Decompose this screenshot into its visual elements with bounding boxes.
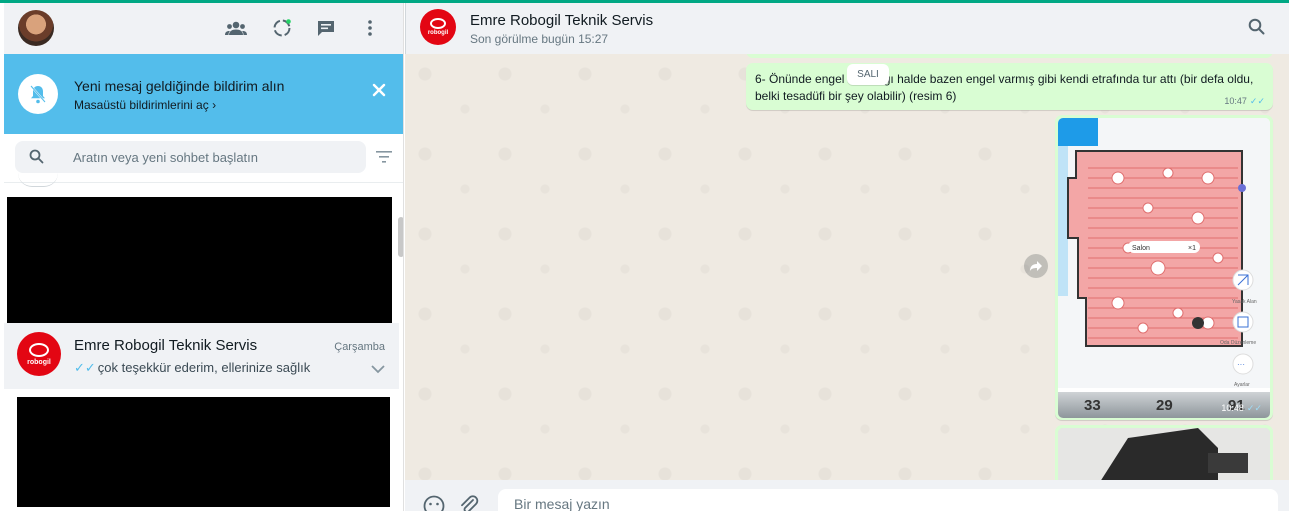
avatar: robogil	[17, 332, 61, 376]
partial-avatar	[18, 173, 58, 187]
contact-avatar[interactable]: robogil	[420, 9, 456, 45]
image-time-text: 10:48	[1221, 403, 1244, 413]
search-box	[15, 141, 366, 173]
menu-icon[interactable]	[358, 16, 382, 40]
contact-name: Emre Robogil Teknik Servis	[470, 12, 654, 29]
svg-text:···: ···	[1237, 360, 1245, 369]
read-ticks-icon: ✓✓	[1249, 96, 1265, 106]
map-side-label-1: Yasak Alan	[1232, 299, 1257, 305]
map-room-label: Salon	[1132, 245, 1150, 252]
status-icon[interactable]	[270, 16, 294, 40]
robogil-logo-icon	[29, 342, 49, 357]
cleaning-map-image: Salon ×1 Yasak Alan Oda Düzenleme ··· Ay…	[1058, 118, 1270, 388]
message-time: 10:47 ✓✓	[1224, 96, 1265, 107]
message-bubble[interactable]: 6- Önünde engel olmadığı halde bazen eng…	[746, 63, 1273, 110]
chat-name: Emre Robogil Teknik Servis	[74, 337, 258, 354]
conversation-pane: 6- Önünde engel olmadığı halde bazen eng…	[405, 3, 1289, 511]
robogil-logo-icon	[430, 18, 446, 29]
avatar-logo-text: robogil	[427, 30, 449, 36]
attach-icon[interactable]	[459, 495, 479, 511]
map-side-label-3: Ayarlar	[1234, 382, 1250, 388]
chevron-right-icon: ›	[212, 98, 217, 112]
avatar-logo-text: robogil	[27, 358, 51, 366]
bell-off-icon	[18, 74, 58, 114]
read-ticks-icon: ✓✓	[74, 360, 96, 375]
notification-banner: Yeni mesaj geldiğinde bildirim alın Masa…	[4, 54, 403, 134]
search-input[interactable]	[73, 141, 353, 173]
new-chat-icon[interactable]	[314, 16, 338, 40]
search-row	[4, 134, 403, 183]
search-icon[interactable]	[1248, 18, 1265, 40]
chat-last-message-text: çok teşekkür ederim, ellerinize sağlık	[97, 360, 311, 375]
communities-icon[interactable]	[224, 16, 248, 40]
image-message[interactable]: Salon ×1 Yasak Alan Oda Düzenleme ··· Ay…	[1055, 115, 1273, 420]
redacted-chat-item	[7, 197, 392, 324]
device-photo-image	[1058, 428, 1270, 485]
message-time-text: 10:47	[1224, 96, 1247, 106]
image-message[interactable]	[1055, 425, 1273, 485]
map-image: Salon ×1 Yasak Alan Oda Düzenleme ··· Ay…	[1058, 118, 1270, 418]
message-text: 6- Önünde engel olmadığı halde bazen eng…	[755, 72, 1254, 103]
enable-notifications-label: Masaüstü bildirimlerini aç	[74, 98, 209, 112]
left-header	[4, 3, 403, 54]
chat-list: robogil Emre Robogil Teknik Servis Çarşa…	[4, 183, 403, 511]
chat-date: Çarşamba	[334, 341, 385, 353]
map-side-label-2: Oda Düzenleme	[1220, 340, 1256, 346]
chat-last-message: ✓✓ çok teşekkür ederim, ellerinize sağlık	[74, 360, 310, 376]
notification-title: Yeni mesaj geldiğinde bildirim alın	[74, 78, 285, 94]
scrollbar[interactable]	[398, 217, 403, 257]
forward-icon[interactable]	[1024, 254, 1048, 278]
contact-last-seen: Son görülme bugün 15:27	[470, 32, 609, 46]
date-chip: SALI	[847, 64, 889, 85]
image-time: 10:48 ✓✓	[1221, 403, 1262, 414]
message-input[interactable]	[498, 489, 1278, 511]
emoji-icon[interactable]	[423, 495, 445, 511]
search-icon[interactable]	[29, 149, 44, 169]
map-count-label: ×1	[1188, 245, 1196, 252]
close-icon[interactable]	[372, 83, 392, 103]
composer	[405, 480, 1289, 511]
chevron-down-icon[interactable]	[371, 361, 385, 379]
filter-icon[interactable]	[376, 150, 392, 168]
stat-value: 33	[1084, 397, 1101, 414]
chat-wallpaper: 6- Önünde engel olmadığı halde bazen eng…	[405, 43, 1289, 485]
read-ticks-icon: ✓✓	[1246, 403, 1262, 413]
device-photo	[1058, 428, 1270, 485]
chat-list-pane: Yeni mesaj geldiğinde bildirim alın Masa…	[4, 3, 404, 511]
my-avatar[interactable]	[18, 10, 54, 46]
enable-notifications-link[interactable]: Masaüstü bildirimlerini aç ›	[74, 98, 216, 112]
conversation-header[interactable]: robogil Emre Robogil Teknik Servis Son g…	[405, 3, 1289, 54]
stat-value: 29	[1156, 397, 1173, 414]
chat-item-emre-robogil[interactable]: robogil Emre Robogil Teknik Servis Çarşa…	[4, 323, 399, 389]
redacted-chat-item	[17, 397, 390, 507]
